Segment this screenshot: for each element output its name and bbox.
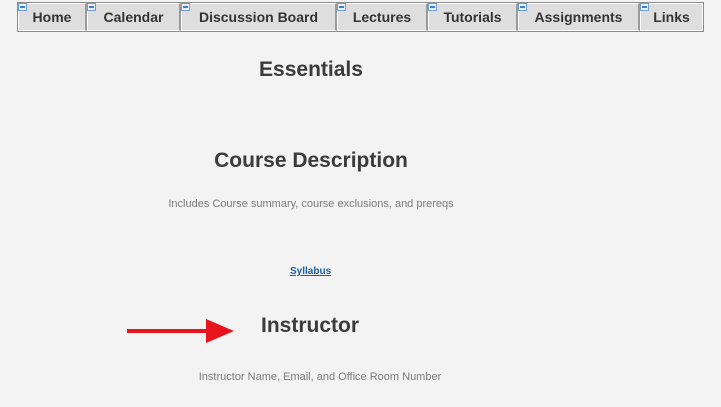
course-description-heading: Course Description xyxy=(214,149,408,172)
syllabus-link[interactable]: Syllabus xyxy=(290,266,331,277)
nav-tab-lectures[interactable]: Lectures xyxy=(337,3,428,31)
course-description-text: Includes Course summary, course exclusio… xyxy=(168,198,454,210)
nav-tab-label: Home xyxy=(32,9,72,25)
nav-tab-calendar[interactable]: Calendar xyxy=(87,3,181,31)
nav-tab-links[interactable]: Links xyxy=(640,3,703,31)
nav-tab-label: Assignments xyxy=(534,9,623,25)
instructor-text: Instructor Name, Email, and Office Room … xyxy=(198,371,442,383)
instructor-heading: Instructor xyxy=(260,314,359,337)
broken-image-icon xyxy=(87,3,96,11)
broken-image-icon xyxy=(640,3,649,11)
broken-image-icon xyxy=(18,3,27,11)
broken-image-icon xyxy=(518,3,527,11)
nav-tab-label: Calendar xyxy=(103,9,164,25)
nav-tab-label: Lectures xyxy=(352,9,412,25)
broken-image-icon xyxy=(337,3,346,11)
nav-tab-discussion-board[interactable]: Discussion Board xyxy=(181,3,337,31)
nav-tab-tutorials[interactable]: Tutorials xyxy=(428,3,518,31)
essentials-heading: Essentials xyxy=(259,58,363,81)
nav-tab-home[interactable]: Home xyxy=(18,3,87,31)
broken-image-icon xyxy=(428,3,437,11)
nav-tab-assignments[interactable]: Assignments xyxy=(518,3,640,31)
nav-tab-label: Tutorials xyxy=(443,9,502,25)
top-navigation-bar: Home Calendar Discussion Board Lectures … xyxy=(17,2,704,32)
broken-image-icon xyxy=(181,3,190,11)
nav-tab-label: Links xyxy=(653,9,690,25)
nav-tab-label: Discussion Board xyxy=(198,9,319,25)
